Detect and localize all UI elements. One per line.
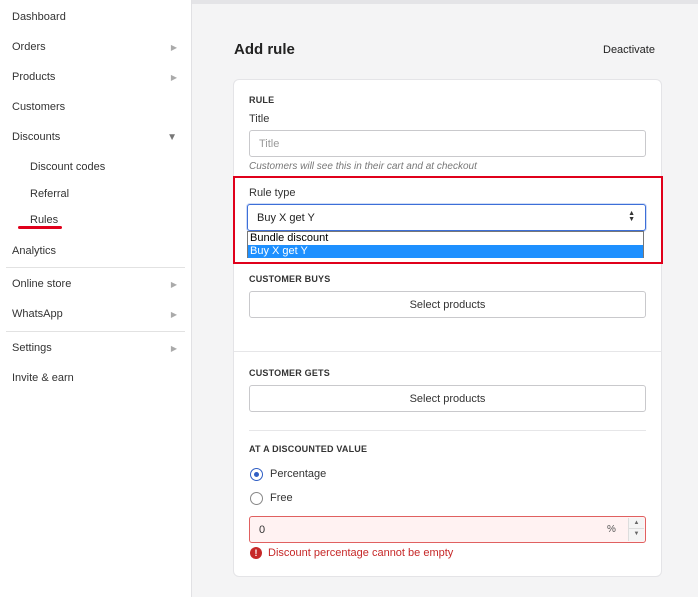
chevron-right-icon: ▶ <box>170 42 177 52</box>
sidebar-item-discount-codes[interactable]: Discount codes <box>0 156 185 178</box>
rule-type-value: Buy X get Y <box>257 211 315 224</box>
title-input-placeholder: Title <box>259 137 280 150</box>
discount-percentage-input[interactable]: 0 % ▲ ▼ <box>249 516 646 543</box>
percent-unit-label: % <box>607 524 616 535</box>
free-radio-label: Free <box>270 492 293 504</box>
select-arrows-icon: ▲ ▼ <box>628 210 635 223</box>
title-label: Title <box>249 113 270 125</box>
spinner-down-icon[interactable]: ▼ <box>629 529 644 540</box>
percentage-radio[interactable] <box>250 468 263 481</box>
percentage-radio-label: Percentage <box>270 468 327 480</box>
section-divider <box>249 430 646 431</box>
spinner-up-icon[interactable]: ▲ <box>629 518 644 529</box>
sidebar-item-label: Orders <box>12 41 46 53</box>
discounted-value-title: AT A DISCOUNTED VALUE <box>249 444 368 454</box>
error-icon: ! <box>250 547 262 559</box>
sidebar-item-analytics[interactable]: Analytics <box>0 240 185 262</box>
discount-percentage-value: 0 <box>259 524 266 536</box>
sidebar: Dashboard Orders ▶ Products ▶ Customers Di… <box>0 0 192 597</box>
sidebar-item-customers[interactable]: Customers <box>0 96 185 118</box>
sidebar-item-dashboard[interactable]: Dashboard <box>0 6 185 28</box>
sidebar-item-whatsapp[interactable]: WhatsApp ▶ <box>0 303 185 325</box>
sidebar-item-label: WhatsApp <box>12 308 63 320</box>
top-bar <box>192 0 698 4</box>
rule-section-title: RULE <box>249 95 275 105</box>
error-message: Discount percentage cannot be empty <box>268 547 454 559</box>
sidebar-item-online-store[interactable]: Online store ▶ <box>0 273 185 295</box>
free-radio[interactable] <box>250 492 263 505</box>
sidebar-item-label: Discount codes <box>30 161 106 173</box>
section-divider <box>234 351 661 352</box>
sidebar-item-label: Online store <box>12 278 72 290</box>
title-help-text: Customers will see this in their cart an… <box>249 161 477 172</box>
title-input[interactable]: Title <box>249 130 646 157</box>
sidebar-item-label: Referral <box>30 188 70 200</box>
rule-type-label: Rule type <box>249 187 296 199</box>
rule-type-dropdown: Bundle discount Buy X get Y <box>247 231 644 258</box>
customer-buys-select-products-button[interactable]: Select products <box>249 291 646 318</box>
sidebar-item-invite-earn[interactable]: Invite & earn <box>0 367 185 389</box>
sidebar-divider <box>6 267 185 268</box>
chevron-right-icon: ▶ <box>170 309 177 319</box>
sidebar-item-label: Rules <box>30 214 59 226</box>
sidebar-divider <box>6 331 185 332</box>
chevron-down-icon: ▼ <box>167 131 177 143</box>
sidebar-item-discounts[interactable]: Discounts ▼ <box>0 126 185 148</box>
rules-underline-annotation <box>18 226 62 229</box>
sidebar-item-referral[interactable]: Referral <box>0 183 185 205</box>
chevron-right-icon: ▶ <box>170 72 177 82</box>
sidebar-item-label: Customers <box>12 101 66 113</box>
sidebar-item-label: Settings <box>12 342 52 354</box>
customer-gets-select-products-button[interactable]: Select products <box>249 385 646 412</box>
sidebar-item-orders[interactable]: Orders ▶ <box>0 36 185 58</box>
chevron-right-icon: ▶ <box>170 279 177 289</box>
number-spinner: ▲ ▼ <box>628 518 644 541</box>
customer-gets-title: CUSTOMER GETS <box>249 368 330 378</box>
page-title: Add rule <box>234 41 295 58</box>
deactivate-button[interactable]: Deactivate <box>603 44 655 56</box>
sidebar-item-products[interactable]: Products ▶ <box>0 66 185 88</box>
rule-type-option-bundle[interactable]: Bundle discount <box>248 232 643 245</box>
customer-buys-title: CUSTOMER BUYS <box>249 274 331 284</box>
rule-type-select[interactable]: Buy X get Y ▲ ▼ <box>247 204 646 231</box>
sidebar-item-label: Discounts <box>12 131 61 143</box>
rule-type-option-buy-x-get-y[interactable]: Buy X get Y <box>248 245 643 258</box>
chevron-right-icon: ▶ <box>170 343 177 353</box>
sidebar-item-label: Invite & earn <box>12 372 74 384</box>
sidebar-item-settings[interactable]: Settings ▶ <box>0 337 185 359</box>
sidebar-item-label: Analytics <box>12 245 57 257</box>
sidebar-item-label: Products <box>12 71 56 83</box>
sidebar-item-label: Dashboard <box>12 11 66 23</box>
